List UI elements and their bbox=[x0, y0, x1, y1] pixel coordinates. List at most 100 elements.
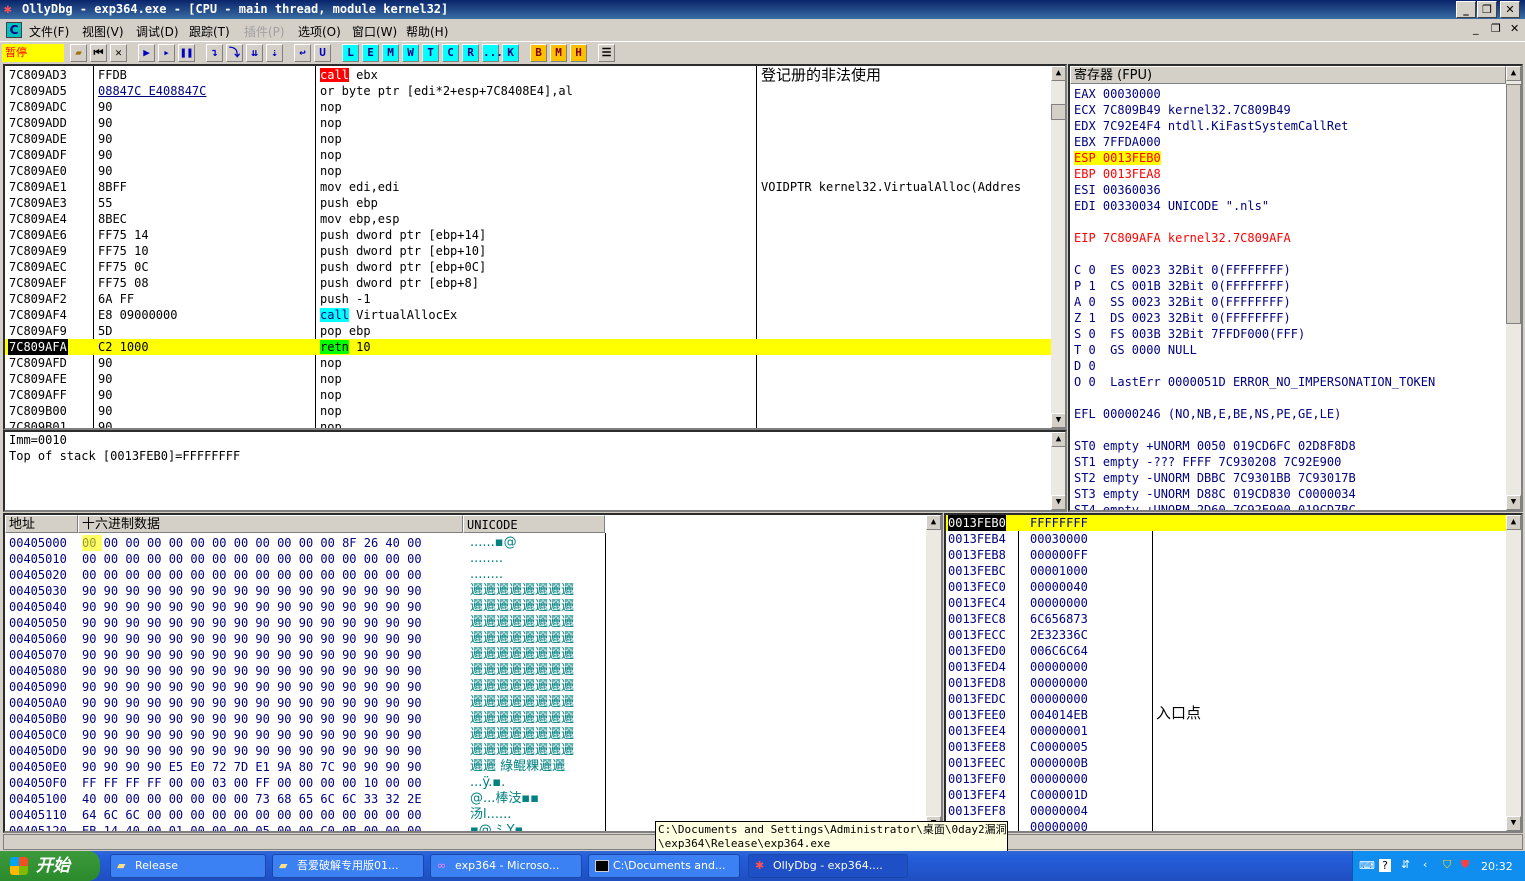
register-line[interactable]: D 0 bbox=[1074, 358, 1504, 374]
register-line[interactable] bbox=[1074, 214, 1504, 230]
trace-over-icon[interactable]: ⇣ bbox=[266, 44, 283, 62]
stack-row[interactable]: 0013FEC8 6C656873 bbox=[946, 611, 1506, 627]
cpu-window-icon[interactable]: C bbox=[6, 22, 22, 38]
stack-row[interactable]: 0013FEC0 00000040 bbox=[946, 579, 1506, 595]
register-line[interactable]: Z 1 DS 0023 32Bit 0(FFFFFFFF) bbox=[1074, 310, 1504, 326]
open-icon[interactable]: ▰ bbox=[70, 44, 87, 62]
tool-cpu-button[interactable]: C bbox=[442, 44, 459, 62]
task-release[interactable]: ▰ Release bbox=[110, 854, 266, 878]
disasm-row[interactable]: 7C809B01 90 nop bbox=[5, 419, 1051, 428]
dump-row[interactable]: 00405010 00 00 00 00 00 00 00 00 00 00 00… bbox=[5, 551, 925, 567]
stack-row[interactable]: 0013FEF8 00000004 bbox=[946, 803, 1506, 819]
dump-row[interactable]: 00405020 00 00 00 00 00 00 00 00 00 00 00… bbox=[5, 567, 925, 583]
dump-header-hex[interactable]: 十六进制数据 bbox=[78, 515, 463, 533]
stack-row[interactable]: 0013FED4 00000000 bbox=[946, 659, 1506, 675]
tool-memory-button[interactable]: M bbox=[382, 44, 399, 62]
dump-row[interactable]: 004050A0 90 90 90 90 90 90 90 90 90 90 90… bbox=[5, 695, 925, 711]
tool-memory-bp-button[interactable]: M bbox=[550, 44, 567, 62]
disasm-row[interactable]: 7C809AE6 FF75 14 push dword ptr [ebp+14] bbox=[5, 227, 1051, 243]
disasm-row[interactable]: 7C809AE1 8BFF mov edi,edi VOIDPTR kernel32.… bbox=[5, 179, 1051, 195]
help-icon[interactable]: ? bbox=[1379, 859, 1391, 872]
stack-scroll-down-icon[interactable]: ▼ bbox=[1506, 816, 1521, 831]
disasm-row[interactable]: 7C809AFF 90 nop bbox=[5, 387, 1051, 403]
stack-row[interactable]: 0013FEF4 C000001D bbox=[946, 787, 1506, 803]
dump-row[interactable]: 00405050 90 90 90 90 90 90 90 90 90 90 90… bbox=[5, 615, 925, 631]
tool-windows-button[interactable]: W bbox=[402, 44, 419, 62]
dump-row[interactable]: 004050B0 90 90 90 90 90 90 90 90 90 90 90… bbox=[5, 711, 925, 727]
registers-scrollbar[interactable]: ▲ ▼ bbox=[1506, 66, 1521, 510]
stack-row[interactable]: 0013FEE0 004014EB 入口点 bbox=[946, 705, 1506, 723]
menu-options[interactable]: 选项(O) bbox=[298, 23, 341, 40]
register-line[interactable]: EDX 7C92E4F4 ntdll.KiFastSystemCallRet bbox=[1074, 118, 1504, 134]
register-line[interactable]: P 1 CS 001B 32Bit 0(FFFFFFFF) bbox=[1074, 278, 1504, 294]
menu-file[interactable]: 文件(F) bbox=[29, 23, 69, 40]
menu-view[interactable]: 视图(V) bbox=[82, 23, 124, 40]
disasm-row[interactable]: 7C809AFD 90 nop bbox=[5, 355, 1051, 371]
register-line[interactable]: EDI 00330034 UNICODE ".nls" bbox=[1074, 198, 1504, 214]
run-thread-icon[interactable]: ▸ bbox=[158, 44, 175, 62]
stack-row[interactable]: 0013FED8 00000000 bbox=[946, 675, 1506, 691]
menu-plugins[interactable]: 插件(P) bbox=[244, 23, 285, 40]
list-icon[interactable]: ☰ bbox=[598, 44, 615, 62]
tool-callstack-button[interactable]: K bbox=[502, 44, 519, 62]
disasm-row[interactable]: 7C809AF2 6A FF push -1 bbox=[5, 291, 1051, 307]
register-line[interactable] bbox=[1074, 246, 1504, 262]
dump-row[interactable]: 00405070 90 90 90 90 90 90 90 90 90 90 90… bbox=[5, 647, 925, 663]
stack-row[interactable]: 0013FEC4 00000000 bbox=[946, 595, 1506, 611]
register-line[interactable]: ECX 7C809B49 kernel32.7C809B49 bbox=[1074, 102, 1504, 118]
stack-row[interactable]: 0013FEE4 00000001 bbox=[946, 723, 1506, 739]
reg-scroll-thumb[interactable] bbox=[1506, 84, 1521, 324]
register-line[interactable]: ESP 0013FEB0 bbox=[1074, 150, 1504, 166]
network-icon[interactable]: ⇵ bbox=[1401, 858, 1410, 871]
tool-log-button[interactable]: L bbox=[342, 44, 359, 62]
info-scroll-down-icon[interactable]: ▼ bbox=[1051, 495, 1065, 510]
run-icon[interactable]: ▶ bbox=[138, 44, 155, 62]
stack-row[interactable]: 0013FEF0 00000000 bbox=[946, 771, 1506, 787]
register-line[interactable]: ST1 empty -??? FFFF 7C930208 7C92E900 bbox=[1074, 454, 1504, 470]
register-line[interactable]: ST4 empty +UNORM 2D60 7C92E900 019CD7BC bbox=[1074, 502, 1504, 510]
dump-row[interactable]: 00405100 40 00 00 00 00 00 00 00 73 68 65… bbox=[5, 791, 925, 807]
dump-row[interactable]: 004050D0 90 90 90 90 90 90 90 90 90 90 90… bbox=[5, 743, 925, 759]
registers-pane[interactable]: 寄存器 (FPU) EAX 00030000 ECX 7C809B49 kerne… bbox=[1068, 64, 1523, 512]
tool-threads-button[interactable]: T bbox=[422, 44, 439, 62]
register-line[interactable]: ST2 empty -UNORM DBBC 7C9301BB 7C93017B bbox=[1074, 470, 1504, 486]
disasm-row[interactable]: 7C809ADE 90 nop bbox=[5, 131, 1051, 147]
reg-scroll-up-icon[interactable]: ▲ bbox=[1506, 66, 1521, 81]
expand-tray-icon[interactable]: ‹ bbox=[1423, 858, 1427, 871]
stack-row[interactable]: 0013FEDC 00000000 bbox=[946, 691, 1506, 707]
dump-row[interactable]: 00405040 90 90 90 90 90 90 90 90 90 90 90… bbox=[5, 599, 925, 615]
disasm-row[interactable]: 7C809AEC FF75 0C push dword ptr [ebp+0C] bbox=[5, 259, 1051, 275]
register-line[interactable]: EIP 7C809AFA kernel32.7C809AFA bbox=[1074, 230, 1504, 246]
disasm-scrollbar[interactable]: ▲ ▼ bbox=[1051, 66, 1065, 428]
register-line[interactable]: S 0 FS 003B 32Bit 7FFDF000(FFF) bbox=[1074, 326, 1504, 342]
info-scrollbar[interactable]: ▲ ▼ bbox=[1051, 432, 1065, 510]
disasm-row[interactable]: 7C809AE3 55 push ebp bbox=[5, 195, 1051, 211]
disassembly-pane[interactable]: 7C809AD3 FFDB call ebx 登记册的非法使用 7C809AD5 0884… bbox=[3, 64, 1067, 430]
disasm-row[interactable]: 7C809AD3 FFDB call ebx 登记册的非法使用 bbox=[5, 67, 1051, 83]
task-cmd[interactable]: C:\Documents and... bbox=[588, 854, 740, 878]
stack-scrollbar[interactable]: ▲ ▼ bbox=[1506, 515, 1521, 831]
dump-row[interactable]: 00405080 90 90 90 90 90 90 90 90 90 90 90… bbox=[5, 663, 925, 679]
register-line[interactable]: A 0 SS 0023 32Bit 0(FFFFFFFF) bbox=[1074, 294, 1504, 310]
register-line[interactable]: ST3 empty -UNORM D88C 019CD830 C0000034 bbox=[1074, 486, 1504, 502]
start-button[interactable]: 开始 bbox=[0, 851, 100, 881]
menu-help[interactable]: 帮助(H) bbox=[406, 23, 448, 40]
register-line[interactable]: EBP 0013FEA8 bbox=[1074, 166, 1504, 182]
dump-header-unicode[interactable]: UNICODE bbox=[463, 515, 605, 533]
menu-trace[interactable]: 跟踪(T) bbox=[189, 23, 230, 40]
execute-till-user-icon[interactable]: U bbox=[314, 44, 331, 62]
register-line[interactable]: EAX 00030000 bbox=[1074, 86, 1504, 102]
scroll-up-icon[interactable]: ▲ bbox=[1051, 66, 1065, 81]
disasm-row[interactable]: 7C809AF4 E8 09000000 call VirtualAllocEx bbox=[5, 307, 1051, 323]
stack-row[interactable]: 0013FEEC 0000000B bbox=[946, 755, 1506, 771]
tool-breakpoints-button[interactable]: B bbox=[530, 44, 547, 62]
register-line[interactable]: EFL 00000246 (NO,NB,E,BE,NS,PE,GE,LE) bbox=[1074, 406, 1504, 422]
tool-modules-button[interactable]: E bbox=[362, 44, 379, 62]
step-over-icon[interactable]: ⤵ bbox=[226, 44, 243, 62]
menu-window[interactable]: 窗口(W) bbox=[352, 23, 397, 40]
child-restore-button[interactable]: ❐ bbox=[1491, 22, 1501, 35]
disasm-row[interactable]: 7C809ADC 90 nop bbox=[5, 99, 1051, 115]
disasm-row[interactable]: 7C809AE9 FF75 10 push dword ptr [ebp+10] bbox=[5, 243, 1051, 259]
restart-icon[interactable]: ⏮ bbox=[90, 44, 107, 62]
register-line[interactable]: ESI 00360036 bbox=[1074, 182, 1504, 198]
